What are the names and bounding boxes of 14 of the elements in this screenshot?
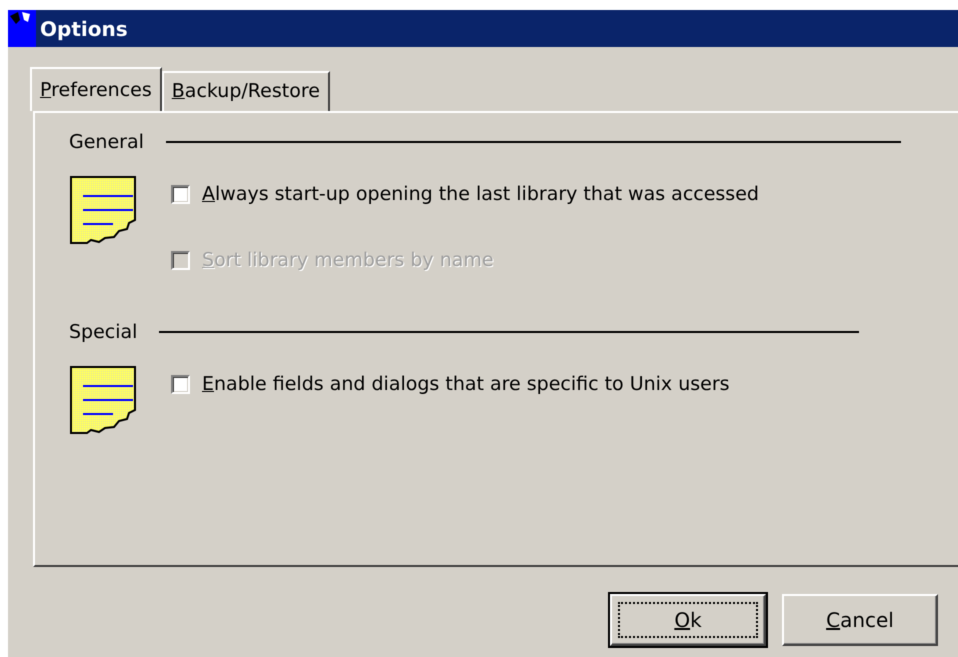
checkbox-label[interactable]: Always start-up opening the last library that was accessed: [202, 183, 759, 205]
note-icon: [69, 175, 139, 245]
app-icon: [8, 10, 36, 47]
window-title: Options: [40, 16, 128, 40]
tab[interactable]: Backup/Restore: [162, 71, 330, 111]
checkbox[interactable]: [171, 374, 190, 394]
checkbox[interactable]: [171, 184, 190, 204]
dialog-button[interactable]: Ok: [610, 594, 766, 646]
section-heading: General: [69, 131, 144, 153]
tab[interactable]: Preferences: [30, 67, 162, 111]
note-icon: [69, 365, 139, 435]
dialog-button[interactable]: Cancel: [782, 594, 938, 646]
checkbox-label[interactable]: Enable fields and dialogs that are specific to Unix users: [202, 373, 730, 395]
section-heading: Special: [69, 321, 138, 343]
